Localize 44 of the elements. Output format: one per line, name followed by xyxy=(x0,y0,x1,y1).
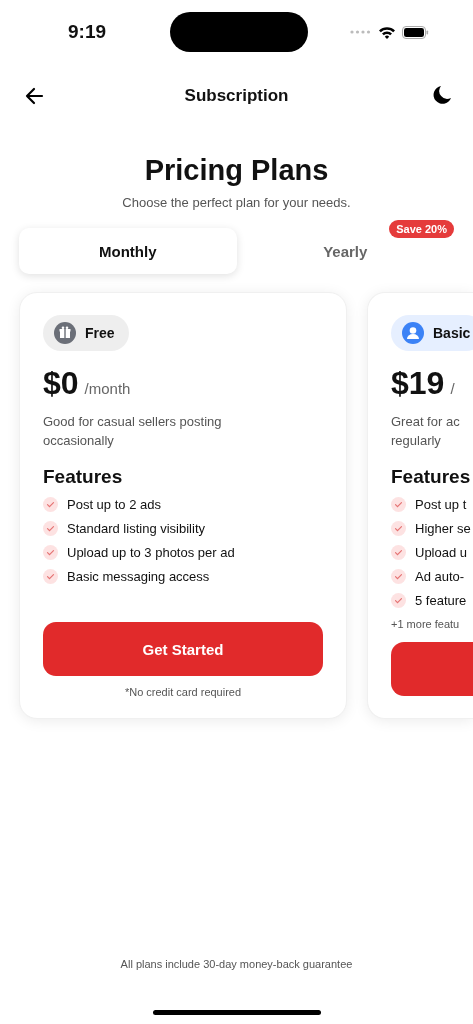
plan-note: *No credit card required xyxy=(123,686,243,698)
feature-text: Post up t xyxy=(415,497,467,512)
feature-text: Upload up to 3 photos per ad xyxy=(67,545,235,560)
page-heading: Pricing Plans xyxy=(143,154,330,187)
screen-title: Subscription xyxy=(184,86,289,106)
get-started-button[interactable]: Get Started xyxy=(43,622,323,676)
plan-price: $0 xyxy=(43,365,79,402)
page-subtitle: Choose the perfect plan for your needs. xyxy=(121,195,352,210)
status-time: 9:19 xyxy=(68,21,108,43)
plan-price: $19 xyxy=(391,365,445,402)
check-icon xyxy=(391,497,406,512)
discount-badge: Save 20% xyxy=(389,220,454,238)
billing-tab[interactable]: Monthly xyxy=(19,228,237,274)
features-heading: Features xyxy=(391,466,472,488)
check-icon xyxy=(43,569,58,584)
price-period: / xyxy=(450,380,455,397)
gift-icon xyxy=(54,322,76,344)
features-heading: Features xyxy=(43,466,124,488)
plan-name: Free xyxy=(85,325,115,341)
feature-text: 5 feature xyxy=(415,593,467,608)
check-icon xyxy=(43,545,58,560)
plan-name: Basic xyxy=(433,325,471,341)
check-icon xyxy=(391,521,406,536)
feature-text: Upload u xyxy=(415,545,468,560)
check-icon xyxy=(391,593,406,608)
guarantee-note: All plans include 30-day money-back guarantee xyxy=(119,958,354,970)
price-period: /month xyxy=(84,380,131,397)
check-icon xyxy=(391,545,406,560)
check-icon xyxy=(43,497,58,512)
feature-text: Higher se xyxy=(415,521,471,536)
feature-text: Standard listing visibility xyxy=(67,521,205,536)
battery-icon xyxy=(402,25,429,39)
more-features-text: +1 more featu xyxy=(391,618,461,630)
plan-description: Great for ac regularly xyxy=(391,413,461,450)
plan-description: Good for casual sellers posting occasionally xyxy=(43,413,223,450)
check-icon xyxy=(391,569,406,584)
feature-text: Post up to 2 ads xyxy=(67,497,161,512)
wifi-icon xyxy=(378,25,396,39)
feature-text: Ad auto- xyxy=(415,569,465,584)
signal-icon xyxy=(350,30,372,34)
check-icon xyxy=(43,521,58,536)
back-arrow-icon[interactable] xyxy=(24,87,44,105)
person-icon xyxy=(402,322,424,344)
feature-text: Basic messaging access xyxy=(67,569,210,584)
